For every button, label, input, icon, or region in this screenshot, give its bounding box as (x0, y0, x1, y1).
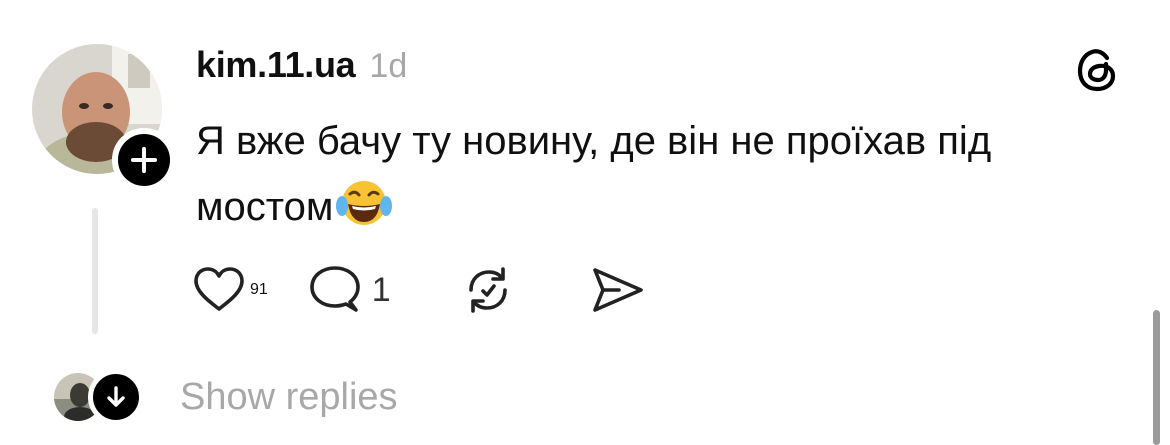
post-body: Я вже бачу ту новину, де він не проїхав … (196, 119, 992, 229)
laughing-tears-emoji (335, 178, 393, 228)
reply-count: 1 (371, 270, 391, 309)
scrollbar[interactable] (1153, 310, 1160, 445)
reply-button[interactable]: 1 (306, 262, 391, 318)
username[interactable]: kim.11.ua (196, 44, 356, 86)
timestamp: 1d (369, 47, 408, 85)
share-button[interactable] (589, 262, 645, 318)
arrow-down-icon (107, 386, 125, 407)
comment-bubble-icon (309, 266, 360, 312)
follow-button[interactable] (112, 128, 176, 192)
repost-button[interactable] (461, 262, 515, 318)
post-text: Я вже бачу ту новину, де він не проїхав … (196, 108, 1136, 240)
send-icon (592, 268, 643, 312)
show-replies-row[interactable]: Show replies (50, 366, 398, 428)
threads-logo-icon (1072, 44, 1124, 96)
post-actions: 91 1 (192, 262, 645, 318)
like-button[interactable] (192, 262, 250, 318)
plus-icon (131, 147, 157, 173)
like-count: 91 (250, 281, 268, 298)
thread-line (92, 208, 98, 334)
heart-icon (194, 267, 244, 311)
expand-replies-button[interactable] (88, 369, 144, 425)
repost-icon (468, 267, 507, 313)
show-replies-label[interactable]: Show replies (180, 376, 398, 419)
post-header: kim.11.ua 1d (196, 44, 407, 92)
